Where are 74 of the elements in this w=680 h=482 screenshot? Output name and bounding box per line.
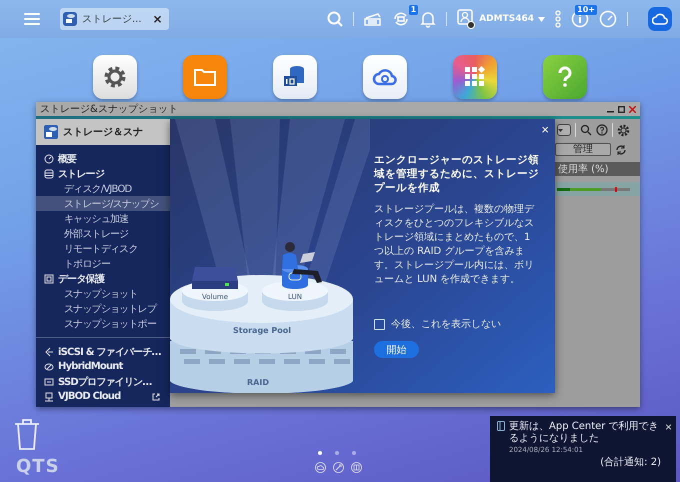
cloud-icon[interactable] bbox=[315, 462, 326, 473]
close-icon[interactable]: × bbox=[152, 12, 163, 26]
notification-badge: 10+ bbox=[575, 5, 597, 15]
app-name: ストレージ＆スナ bbox=[63, 126, 143, 139]
close-icon[interactable] bbox=[629, 106, 636, 112]
notification-count: (合計通知: 2) bbox=[600, 456, 661, 469]
database-icon bbox=[44, 168, 54, 178]
dialog-description: ストレージプールは、複数の物理ディスクをひとつのフレキシブルなストレージ領域にまとめたもので、1 つ以上の RAID グループを含みます。ストレージプール内には、ボリュームと LUN を作成できます。 bbox=[374, 203, 536, 287]
help-icon[interactable] bbox=[596, 124, 608, 136]
qts-logo: QTS bbox=[16, 456, 60, 477]
app-shortcut[interactable] bbox=[273, 55, 317, 99]
page-dot[interactable] bbox=[318, 451, 322, 455]
window-title: ストレージ&スナップショット bbox=[40, 102, 179, 116]
bell-icon[interactable] bbox=[420, 10, 436, 28]
sidebar-item[interactable]: SSDプロファイリン… bbox=[36, 374, 170, 389]
sidebar-item[interactable]: HybridMount bbox=[36, 359, 170, 374]
user-name: ADMTS464 bbox=[479, 14, 534, 24]
sidebar-item[interactable]: リモートディスク bbox=[36, 241, 170, 256]
close-button[interactable]: × bbox=[664, 421, 672, 433]
page-dot[interactable] bbox=[335, 451, 339, 455]
raid-label: RAID bbox=[247, 378, 269, 387]
cloud-button[interactable] bbox=[648, 7, 672, 31]
sidebar-item[interactable]: キャッシュ加速 bbox=[36, 211, 170, 226]
sidebar-item[interactable]: VJBOD Cloud bbox=[36, 389, 170, 404]
sidebar-item[interactable]: スナップショットレプ bbox=[36, 301, 170, 316]
gauge-icon[interactable] bbox=[599, 10, 617, 28]
storage-app-icon bbox=[44, 125, 58, 139]
sidebar-item[interactable]: データ保護 bbox=[36, 271, 170, 286]
sync-icon[interactable] bbox=[392, 10, 410, 28]
storage-app-icon bbox=[63, 12, 77, 26]
close-button[interactable]: × bbox=[541, 122, 549, 137]
more-icon[interactable] bbox=[555, 10, 561, 28]
checkbox[interactable] bbox=[374, 318, 385, 330]
sidebar-item[interactable]: ストレージ bbox=[36, 166, 170, 181]
sidebar-item[interactable]: スナップショットポー bbox=[36, 316, 170, 331]
gauge-icon bbox=[44, 154, 54, 164]
ssd-icon bbox=[44, 376, 54, 386]
sidebar-item[interactable]: 外部ストレージ bbox=[36, 226, 170, 241]
start-button[interactable]: 開始 bbox=[374, 341, 419, 358]
storage-pool-label: Storage Pool bbox=[233, 326, 291, 335]
gear-icon bbox=[102, 64, 128, 90]
tab-label: ストレージ... bbox=[82, 13, 142, 26]
notification-badge: 1 bbox=[408, 5, 418, 15]
network-drive-icon bbox=[44, 392, 54, 402]
external-link-icon bbox=[152, 392, 160, 400]
search-icon[interactable] bbox=[580, 124, 592, 136]
sidebar-item[interactable]: トポロジー bbox=[36, 256, 170, 271]
trash-icon[interactable] bbox=[14, 418, 40, 450]
manage-button[interactable]: 管理 bbox=[555, 143, 611, 156]
user-icon bbox=[457, 9, 476, 29]
app-shortcut[interactable] bbox=[363, 55, 407, 99]
app-tab[interactable]: ストレージ... × bbox=[60, 8, 169, 30]
page-dot[interactable] bbox=[352, 451, 356, 455]
maximize-icon[interactable] bbox=[618, 106, 625, 112]
caret-icon bbox=[538, 16, 545, 22]
settings-icon[interactable] bbox=[617, 124, 630, 136]
menu-icon[interactable] bbox=[24, 12, 40, 26]
checkbox-label: 今後、これを表示しない bbox=[391, 318, 501, 331]
column-header: 使用率 (%) bbox=[557, 162, 608, 176]
dropdown[interactable] bbox=[557, 124, 571, 136]
refresh-icon[interactable] bbox=[615, 144, 627, 156]
panel-icon[interactable] bbox=[351, 462, 362, 473]
sidebar-item[interactable]: iSCSI & ファイバーチ… bbox=[36, 344, 170, 359]
sidebar-item[interactable]: スナップショット bbox=[36, 286, 170, 301]
app-shortcut[interactable] bbox=[453, 55, 497, 99]
cloud-icon bbox=[652, 13, 668, 25]
sidebar-item[interactable]: 概要 bbox=[36, 151, 170, 166]
sidebar-item[interactable]: ストレージ/スナップシ bbox=[36, 196, 170, 211]
caret-icon bbox=[558, 128, 563, 132]
notification-message: 更新は、App Center で利用できるようになりました bbox=[509, 421, 660, 445]
document-icon bbox=[497, 421, 505, 431]
app-shortcut[interactable] bbox=[93, 55, 137, 99]
dialog-title: エンクロージャーのストレージ領域を管理するために、ストレージプールを作成 bbox=[374, 153, 540, 195]
sidebar-item[interactable]: ディスク/VJBOD bbox=[36, 181, 170, 196]
